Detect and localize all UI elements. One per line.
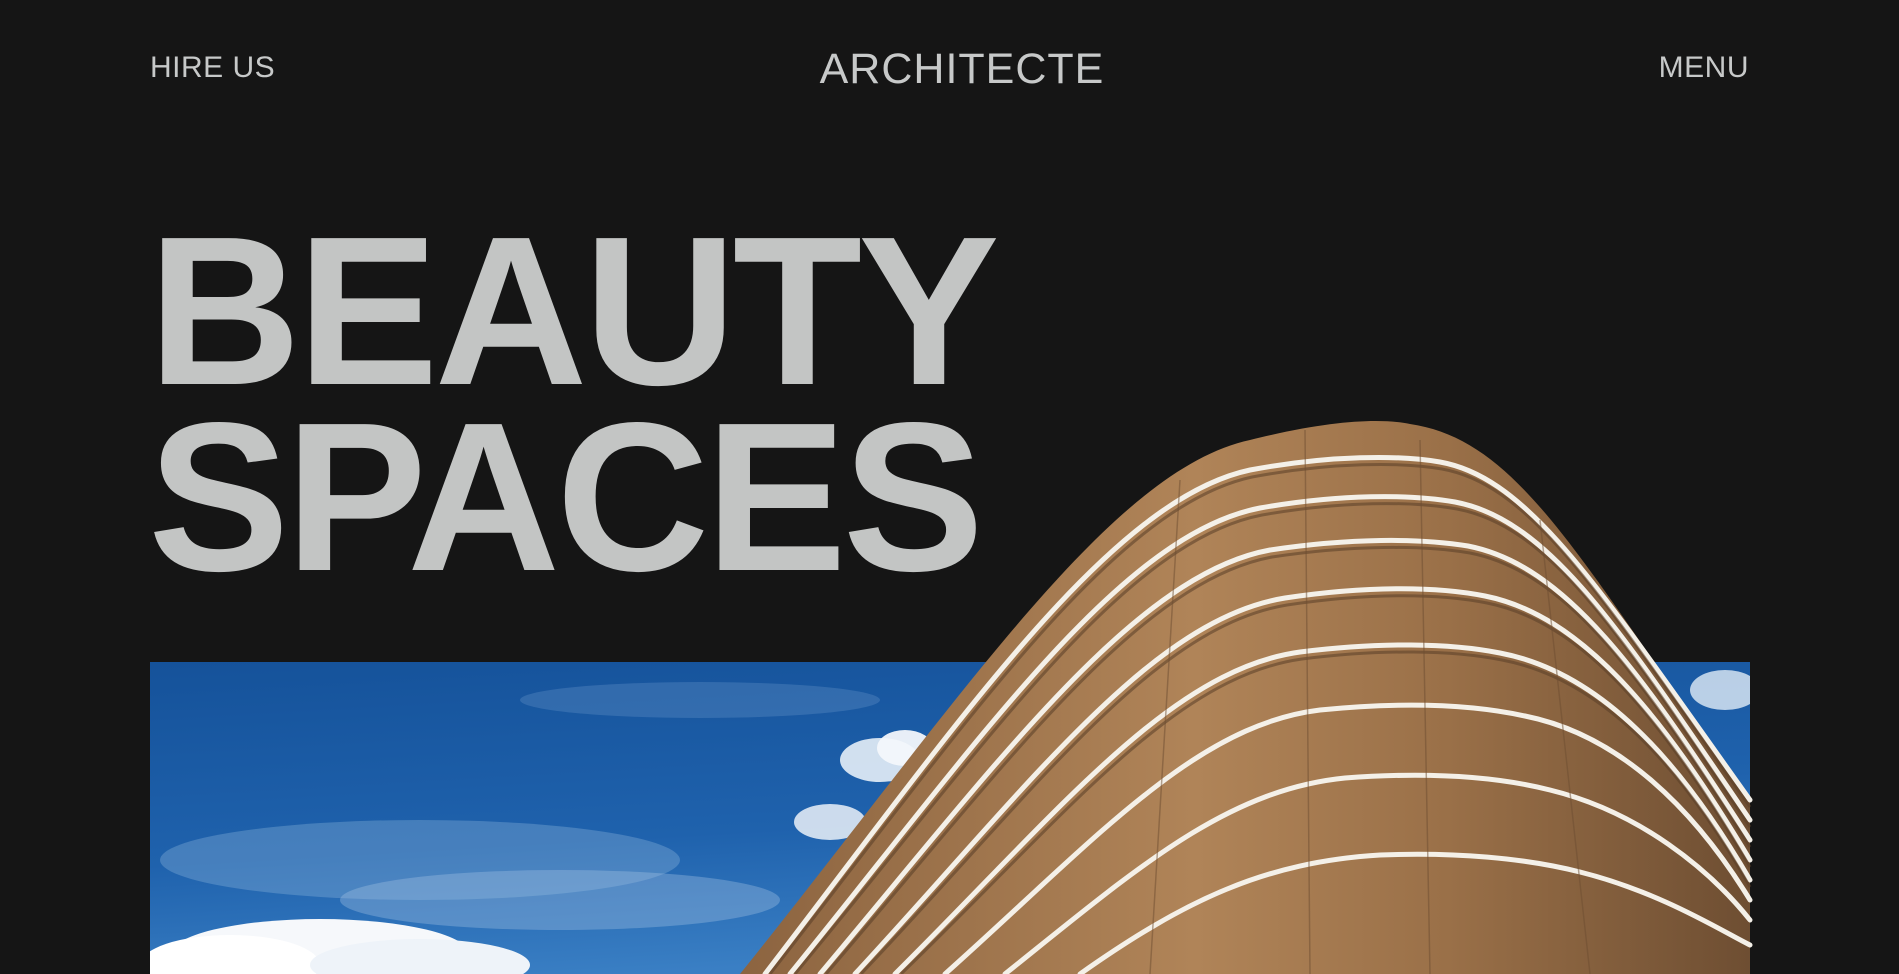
site-logo[interactable]: ARCHITECTE [0, 48, 1899, 91]
headline-line-1: BEAUTY [148, 192, 1000, 429]
menu-button[interactable]: MENU [1659, 53, 1749, 83]
hero-headline: BEAUTY SPACES [148, 192, 1000, 615]
headline-line-2: SPACES [148, 378, 984, 615]
sky-photo [150, 662, 1750, 974]
page: HIRE US ARCHITECTE MENU BEAUTY SPACES [0, 0, 1899, 974]
